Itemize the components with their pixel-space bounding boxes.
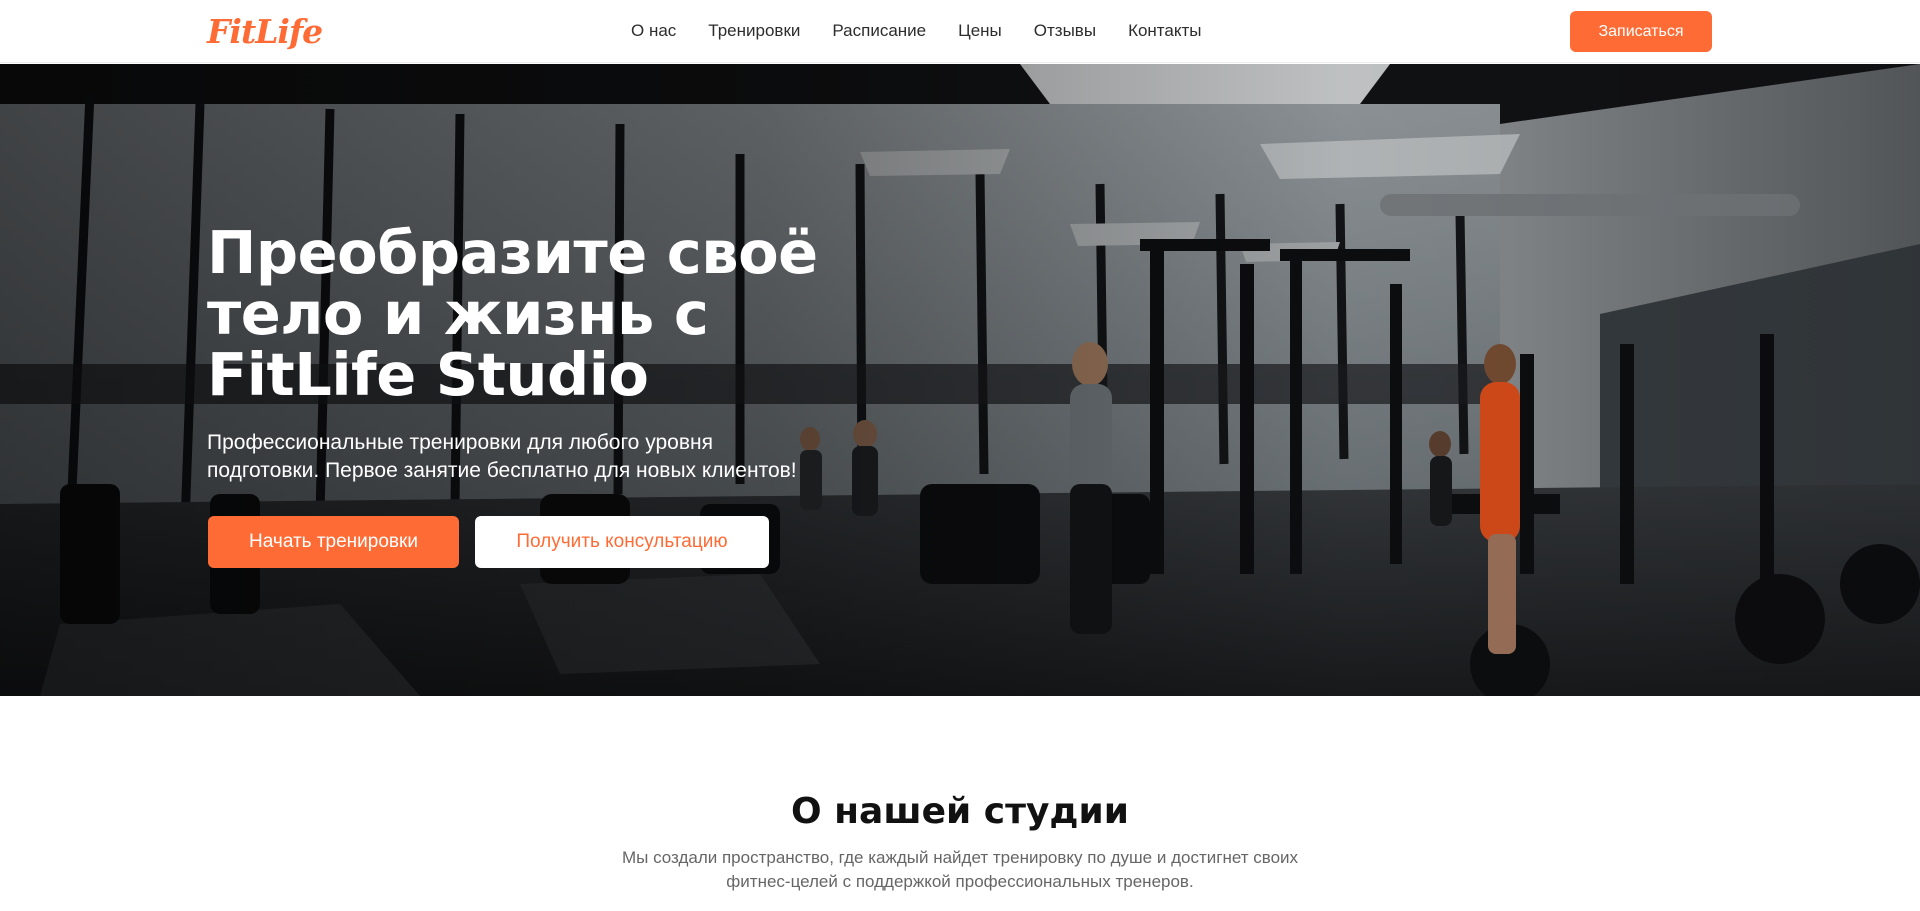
nav-link-trainings[interactable]: Тренировки (708, 20, 800, 42)
logo[interactable]: FitLife (207, 12, 323, 52)
site-header: FitLife О нас Тренировки Расписание Цены… (0, 0, 1920, 63)
hero-subtitle: Профессиональные тренировки для любого у… (207, 429, 887, 485)
nav-link-about[interactable]: О нас (631, 20, 676, 42)
start-training-button[interactable]: Начать тренировки (208, 516, 459, 568)
nav-link-prices[interactable]: Цены (958, 20, 1002, 42)
about-text-line: фитнес-целей с поддержкой профессиональн… (726, 872, 1194, 891)
hero-title-line: Преобразите своё (207, 218, 818, 287)
hero-subtitle-line: подготовки. Первое занятие бесплатно для… (207, 459, 797, 482)
signup-button[interactable]: Записаться (1570, 11, 1712, 52)
hero-title: Преобразите своё тело и жизнь с FitLife St… (207, 222, 907, 405)
nav-link-contacts[interactable]: Контакты (1128, 20, 1201, 42)
hero-section: Преобразите своё тело и жизнь с FitLife St… (0, 64, 1920, 696)
hero-title-line: FitLife Studio (207, 340, 649, 409)
nav-link-schedule[interactable]: Расписание (832, 20, 926, 42)
get-consultation-button[interactable]: Получить консультацию (475, 516, 769, 568)
nav-link-reviews[interactable]: Отзывы (1034, 20, 1096, 42)
about-text-line: Мы создали пространство, где каждый найд… (621, 848, 1299, 867)
about-section-title: О нашей студии (791, 791, 1129, 832)
hero-title-line: тело и жизнь с (207, 279, 709, 348)
main-nav: О нас Тренировки Расписание Цены Отзывы … (631, 20, 1202, 42)
hero-subtitle-line: Профессиональные тренировки для любого у… (207, 431, 713, 454)
about-section-text: Мы создали пространство, где каждый найд… (580, 846, 1340, 894)
